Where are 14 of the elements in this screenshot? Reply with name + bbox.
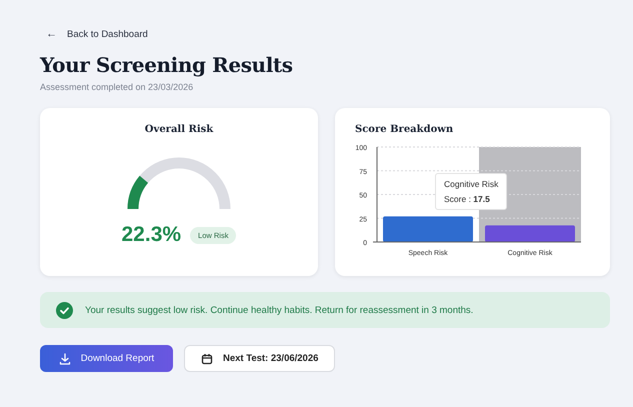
download-button[interactable]: Download Report — [40, 345, 173, 372]
check-circle-icon — [56, 302, 73, 318]
back-link[interactable]: ← Back to Dashboard — [46, 28, 148, 40]
risk-percentage: 22.3% — [122, 223, 182, 247]
card-title: Overall Risk — [144, 124, 214, 135]
page-subtitle: Assessment completed on 23/03/2026 — [40, 82, 194, 92]
tooltip-title: Cognitive Risk — [444, 179, 498, 189]
tooltip-score: Score : 17.5 — [444, 194, 491, 204]
download-icon — [58, 352, 71, 364]
page-title: Your Screening Results — [40, 53, 294, 77]
card-title: Score Breakdown — [355, 124, 454, 135]
banner-message: Your results suggest low risk. Continue healthy habits. Return for reassessment in 3 months. — [85, 304, 474, 316]
calendar-icon — [201, 352, 213, 364]
next-test-button[interactable]: Next Test: 23/06/2026 — [184, 345, 336, 372]
